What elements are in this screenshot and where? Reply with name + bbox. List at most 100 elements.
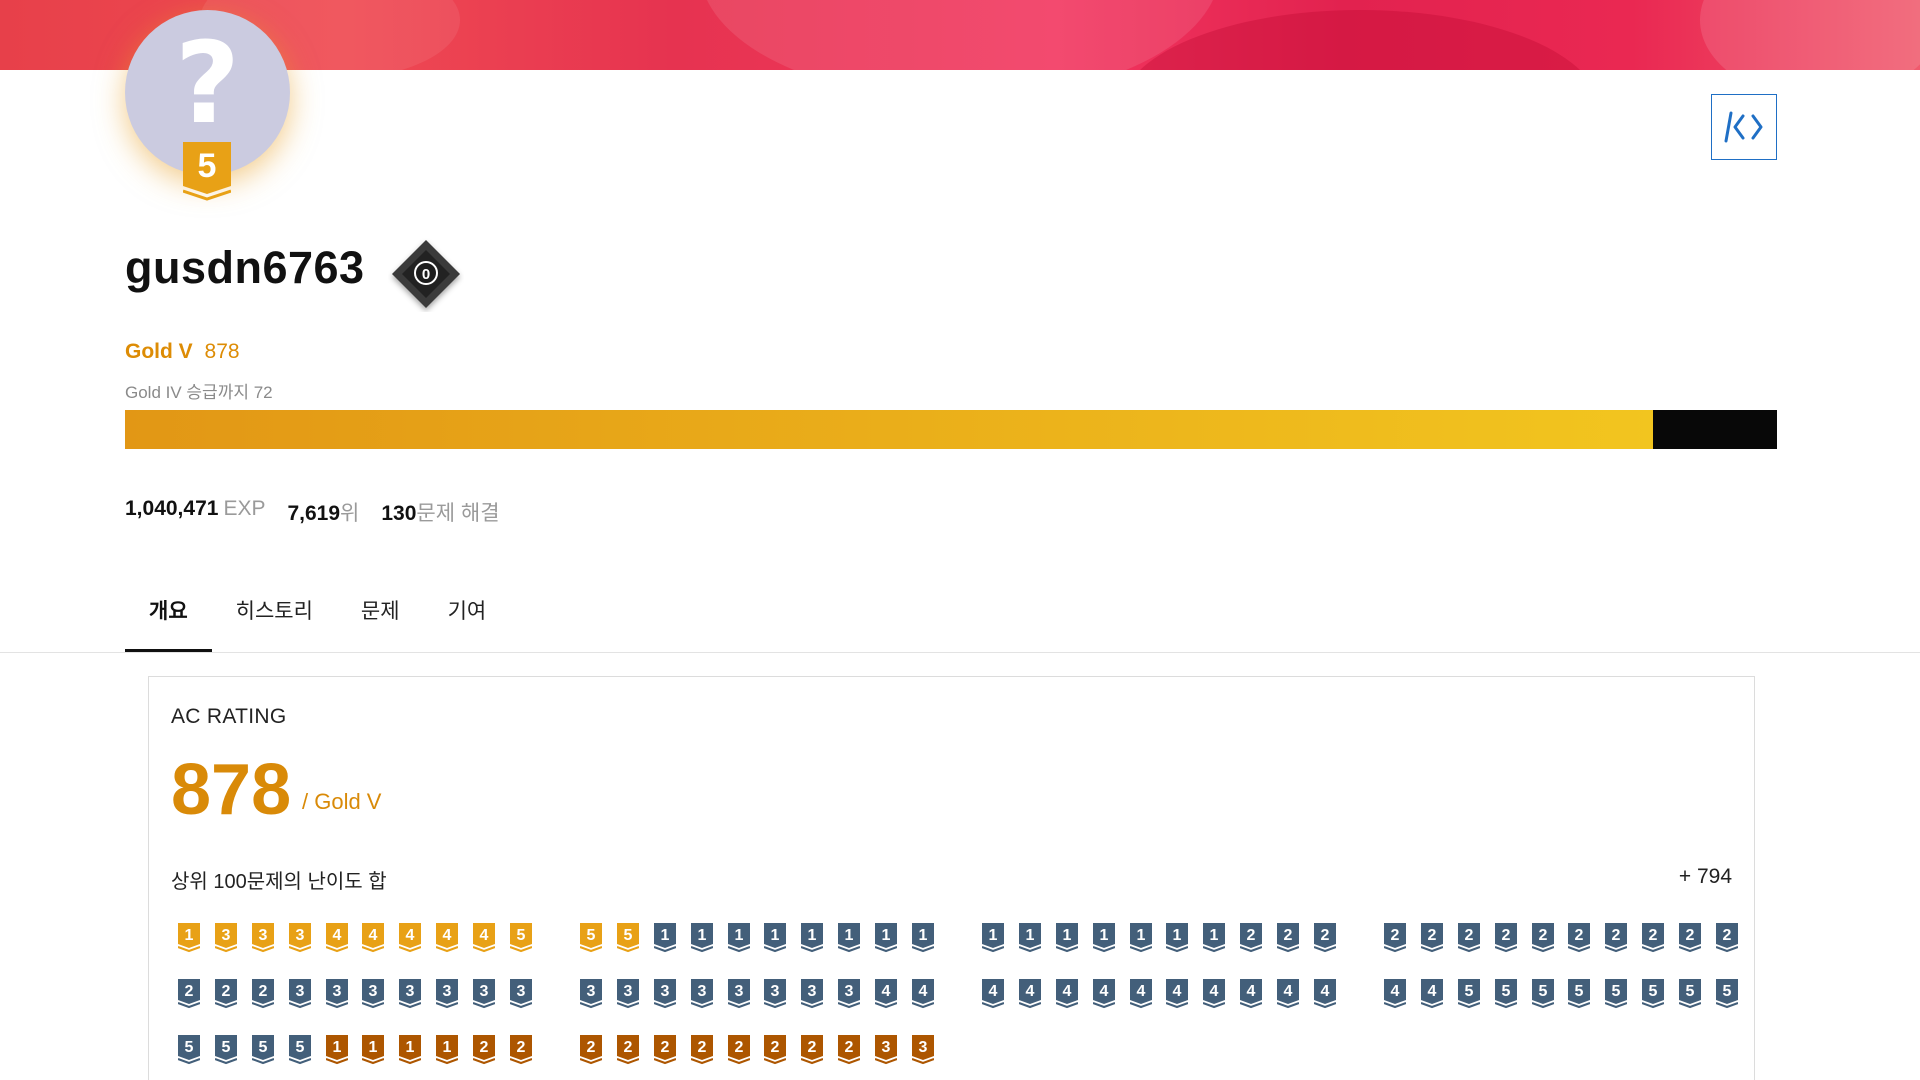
svg-text:4: 4 (479, 927, 488, 944)
silver-tier-3-icon: 3 (392, 979, 429, 1011)
svg-text:3: 3 (369, 983, 378, 1000)
silver-tier-3-icon: 3 (720, 979, 757, 1011)
svg-text:1: 1 (185, 927, 194, 944)
svg-text:2: 2 (1722, 927, 1731, 944)
svg-text:1: 1 (443, 1039, 452, 1056)
silver-tier-2-icon: 2 (1561, 923, 1598, 955)
gold-tier-5-icon: 5 (610, 923, 647, 955)
promotion-text: Gold IV 승급까지 72 (125, 383, 273, 402)
silver-tier-3-icon: 3 (831, 979, 868, 1011)
silver-tier-2-icon: 2 (1671, 923, 1708, 955)
bronze-tier-2-icon: 2 (794, 1035, 831, 1067)
svg-text:2: 2 (1428, 927, 1437, 944)
silver-tier-4-icon: 4 (1233, 979, 1270, 1011)
tab-problems[interactable]: 문제 (337, 585, 424, 652)
svg-text:5: 5 (1575, 983, 1584, 1000)
class-diamond-icon[interactable]: 0 (388, 236, 464, 312)
silver-tier-3-icon: 3 (647, 979, 684, 1011)
bronze-tier-1-icon: 1 (318, 1035, 355, 1067)
svg-text:2: 2 (1247, 927, 1256, 944)
svg-text:3: 3 (259, 927, 268, 944)
silver-tier-4-icon: 4 (904, 979, 941, 1011)
solved-stat: 130문제 해결 (381, 502, 500, 525)
svg-text:4: 4 (369, 927, 378, 944)
svg-text:3: 3 (332, 983, 341, 1000)
silver-tier-4-icon: 4 (1159, 979, 1196, 1011)
silver-tier-5-icon: 5 (1451, 979, 1488, 1011)
avatar-placeholder-icon: ? (175, 18, 240, 149)
svg-text:5: 5 (516, 927, 525, 944)
svg-text:3: 3 (516, 983, 525, 1000)
svg-text:3: 3 (661, 983, 670, 1000)
silver-tier-3-icon: 3 (502, 979, 539, 1011)
svg-text:1: 1 (881, 927, 890, 944)
svg-text:2: 2 (1501, 927, 1510, 944)
gold-tier-1-icon: 1 (171, 923, 208, 955)
svg-text:1: 1 (808, 927, 817, 944)
silver-tier-3-icon: 3 (610, 979, 647, 1011)
svg-text:4: 4 (1391, 983, 1400, 1000)
silver-tier-1-icon: 1 (757, 923, 794, 955)
tab-history[interactable]: 히스토리 (212, 585, 337, 652)
silver-tier-3-icon: 3 (573, 979, 610, 1011)
silver-tier-2-icon: 2 (1233, 923, 1270, 955)
svg-text:4: 4 (881, 983, 890, 1000)
svg-text:3: 3 (587, 983, 596, 1000)
gold-tier-5-icon: 5 (573, 923, 610, 955)
top100-tier-grid: 1333444445551111111111111112222222222222… (171, 923, 1779, 1080)
svg-text:3: 3 (881, 1039, 890, 1056)
gold-tier-3-icon: 3 (281, 923, 318, 955)
bronze-tier-2-icon: 2 (502, 1035, 539, 1067)
bronze-tier-3-icon: 3 (904, 1035, 941, 1067)
silver-tier-1-icon: 1 (720, 923, 757, 955)
svg-text:3: 3 (295, 927, 304, 944)
svg-text:5: 5 (295, 1039, 304, 1056)
tier-group: 2 2 2 2 2 2 2 2 3 3 (573, 1035, 975, 1080)
silver-tier-3-icon: 3 (794, 979, 831, 1011)
rating-progress-fill (125, 410, 1654, 449)
code-button[interactable] (1711, 94, 1777, 160)
bronze-tier-2-icon: 2 (465, 1035, 502, 1067)
tier-rating: 878 (204, 340, 240, 363)
silver-tier-1-icon: 1 (1122, 923, 1159, 955)
svg-text:1: 1 (1210, 927, 1219, 944)
ac-rating-label: AC RATING (171, 705, 287, 728)
svg-text:1: 1 (1063, 927, 1072, 944)
svg-text:5: 5 (1685, 983, 1694, 1000)
gold-tier-4-icon: 4 (318, 923, 355, 955)
svg-text:4: 4 (332, 927, 341, 944)
svg-text:2: 2 (479, 1039, 488, 1056)
silver-tier-3-icon: 3 (757, 979, 794, 1011)
tab-overview[interactable]: 개요 (125, 585, 212, 652)
svg-text:1: 1 (771, 927, 780, 944)
silver-tier-1-icon: 1 (831, 923, 868, 955)
silver-tier-3-icon: 3 (465, 979, 502, 1011)
silver-tier-2-icon: 2 (1598, 923, 1635, 955)
svg-text:5: 5 (587, 927, 596, 944)
silver-tier-4-icon: 4 (1049, 979, 1086, 1011)
silver-tier-4-icon: 4 (1377, 979, 1414, 1011)
bronze-tier-2-icon: 2 (720, 1035, 757, 1067)
svg-text:2: 2 (1575, 927, 1584, 944)
bronze-tier-2-icon: 2 (757, 1035, 794, 1067)
silver-tier-3-icon: 3 (355, 979, 392, 1011)
svg-text:3: 3 (697, 983, 706, 1000)
svg-text:3: 3 (443, 983, 452, 1000)
tier-group: 5 5 1 1 1 1 1 1 1 1 (573, 923, 975, 979)
silver-tier-5-icon: 5 (1487, 979, 1524, 1011)
svg-text:2: 2 (1649, 927, 1658, 944)
svg-text:3: 3 (845, 983, 854, 1000)
bronze-tier-2-icon: 2 (610, 1035, 647, 1067)
svg-text:2: 2 (845, 1039, 854, 1056)
svg-text:5: 5 (1722, 983, 1731, 1000)
svg-text:3: 3 (624, 983, 633, 1000)
svg-text:5: 5 (1538, 983, 1547, 1000)
svg-text:2: 2 (661, 1039, 670, 1056)
ac-rating-card: AC RATING 878 / Gold V 상위 100문제의 난이도 합 +… (148, 676, 1755, 1080)
tab-contributions[interactable]: 기여 (424, 585, 511, 652)
silver-tier-1-icon: 1 (794, 923, 831, 955)
silver-tier-4-icon: 4 (1085, 979, 1122, 1011)
svg-text:2: 2 (771, 1039, 780, 1056)
svg-text:1: 1 (989, 927, 998, 944)
svg-text:2: 2 (1538, 927, 1547, 944)
